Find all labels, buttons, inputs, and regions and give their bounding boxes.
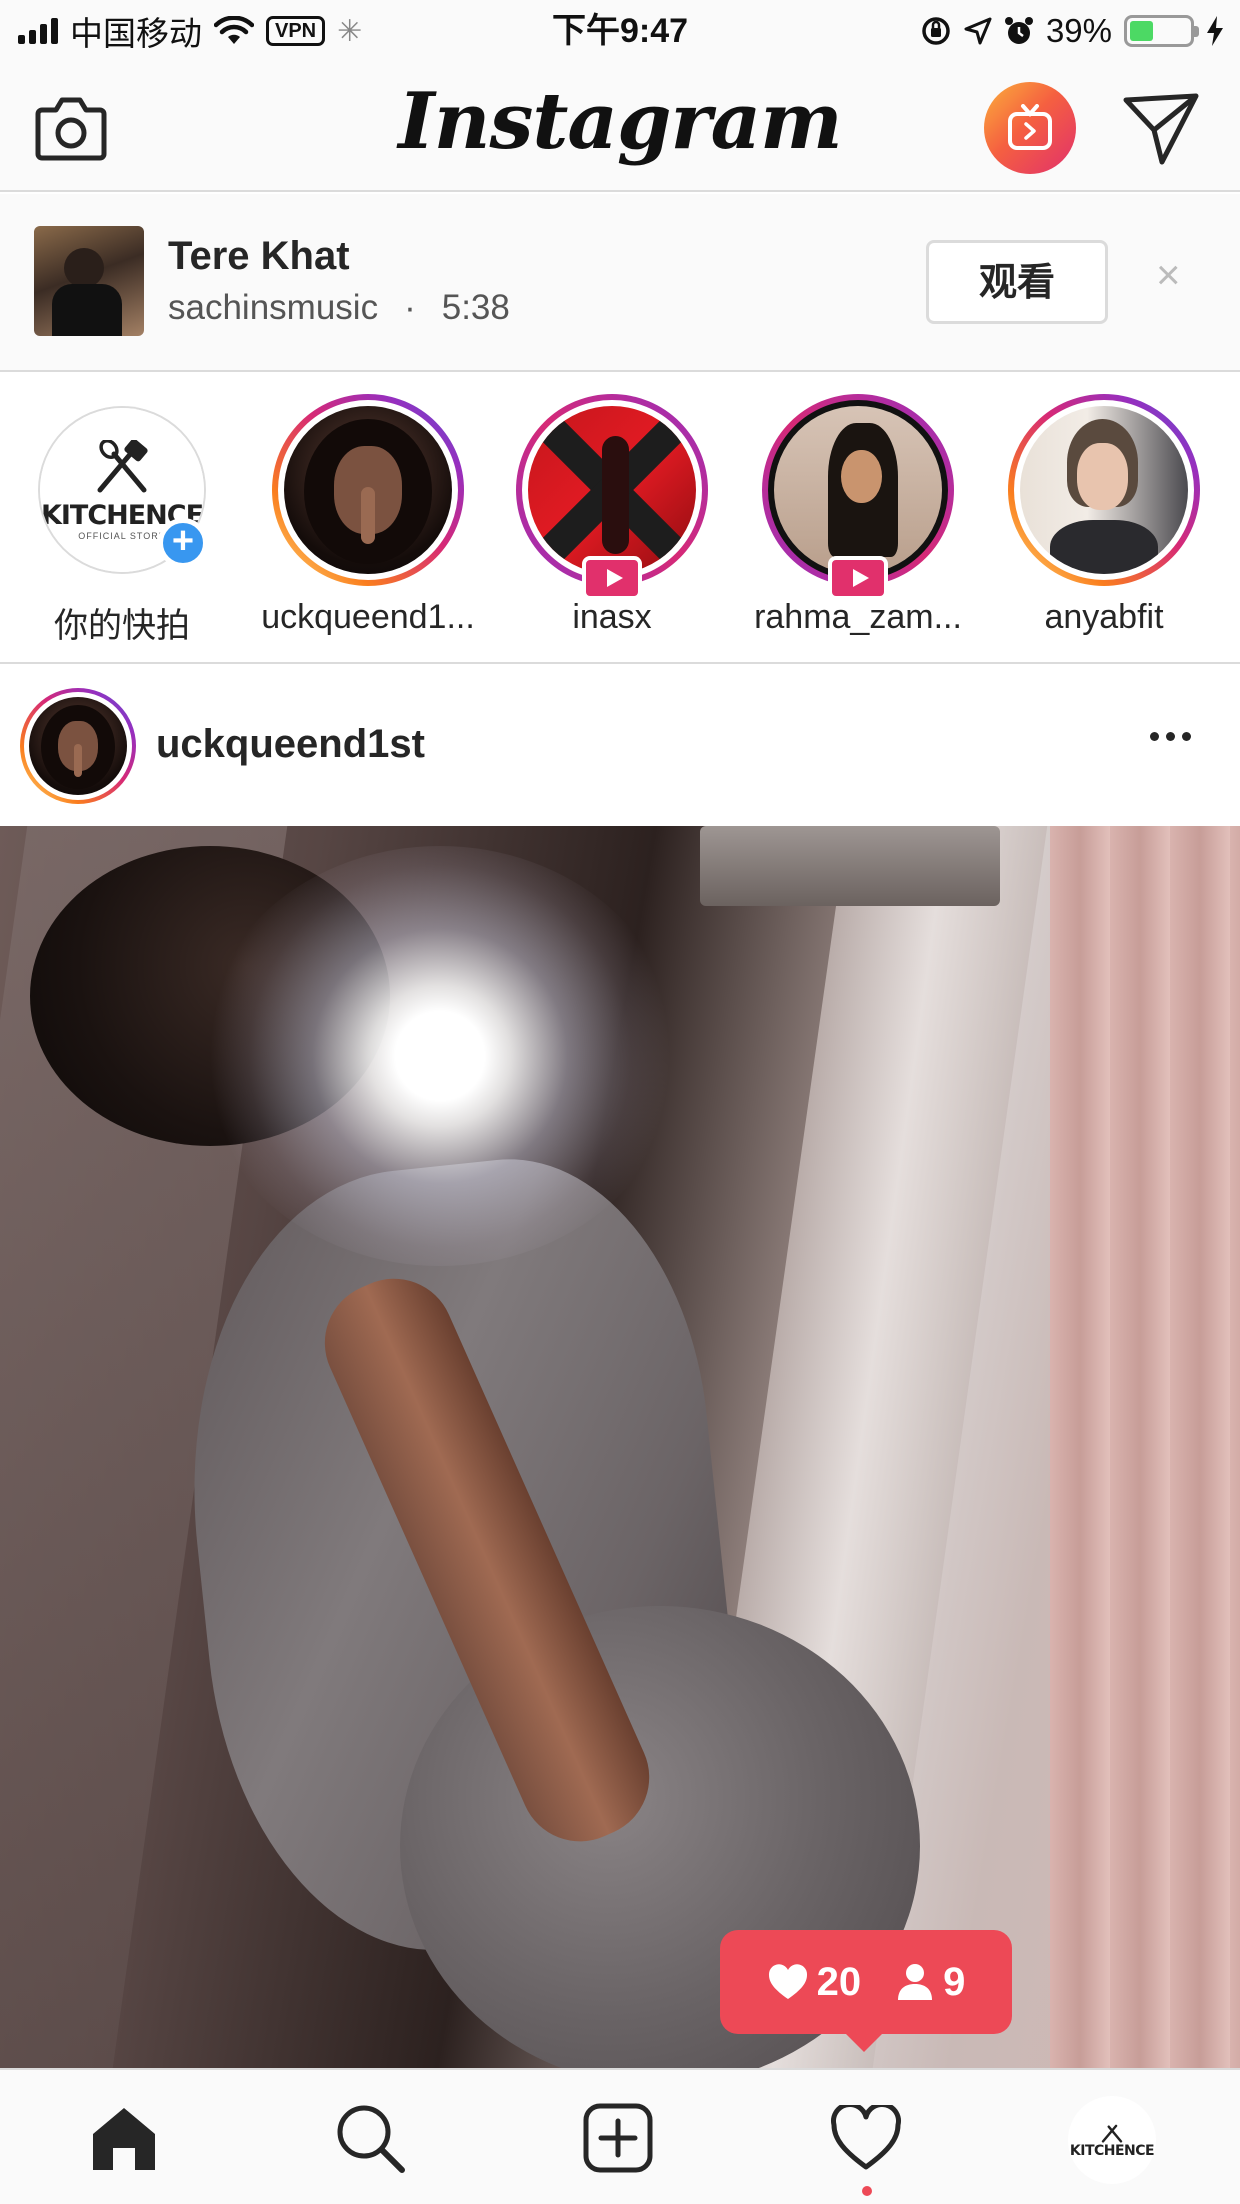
activity-notification-bubble[interactable]: 20 9 <box>720 1930 1012 2052</box>
story-label: rahma_zam... <box>754 598 962 636</box>
story-label: anyabfit <box>1044 598 1164 636</box>
story-label: 你的快拍 <box>54 607 190 645</box>
igtv-play-badge-icon <box>828 556 888 600</box>
follows-count: 9 <box>943 1959 966 2004</box>
more-options-icon[interactable] <box>1150 732 1191 741</box>
igtv-play-badge-icon <box>582 556 642 600</box>
heart-icon <box>768 1964 807 1999</box>
story-avatar-ring <box>272 394 464 586</box>
watch-button[interactable]: 观看 <box>926 240 1108 324</box>
person-icon <box>898 1964 933 2000</box>
story-avatar-ring: KITCHENCE OFFICIAL STORE + <box>38 406 208 574</box>
igtv-icon[interactable] <box>984 82 1076 174</box>
igtv-video-title: Tere Khat <box>168 234 350 278</box>
meta-separator: · <box>404 288 416 327</box>
add-story-icon[interactable]: + <box>158 518 208 568</box>
profile-tab[interactable]: KITCHENCE <box>1068 2096 1156 2184</box>
igtv-duration: 5:38 <box>441 288 510 327</box>
igtv-suggestion-bar[interactable]: Tere Khat sachinsmusic · 5:38 观看 × <box>0 194 1240 372</box>
home-tab[interactable] <box>86 2100 162 2176</box>
story-avatar <box>1020 406 1188 574</box>
utensils-icon <box>97 439 148 492</box>
igtv-video-thumbnail[interactable] <box>34 226 144 336</box>
likes-count-group: 20 <box>767 1959 862 2005</box>
profile-tab-brand: KITCHENCE <box>1069 2143 1155 2159</box>
story-avatar <box>528 406 696 574</box>
activity-tab[interactable] <box>828 2100 904 2176</box>
story-avatar <box>774 406 942 574</box>
likes-count: 20 <box>816 1959 862 2004</box>
igtv-channel-name: sachinsmusic <box>168 288 379 327</box>
battery-percent: 39% <box>1045 12 1112 49</box>
story-avatar-ring <box>762 394 954 600</box>
rotation-lock-icon <box>922 17 950 45</box>
stories-tray: KITCHENCE OFFICIAL STORE + 你的快拍 uckqueen… <box>0 372 1240 664</box>
post-author-avatar[interactable] <box>20 688 136 804</box>
igtv-video-meta: sachinsmusic · 5:38 <box>168 288 510 328</box>
status-bar: 中国移动 VPN ✳ 下午9:47 39% <box>0 0 1240 62</box>
story-label: inasx <box>572 598 652 636</box>
app-header: Instagram <box>0 62 1240 192</box>
story-label: uckqueend1... <box>261 598 475 636</box>
post-image[interactable] <box>0 826 1240 2068</box>
charging-icon <box>1207 16 1223 46</box>
new-post-tab[interactable] <box>580 2100 656 2176</box>
heart-icon <box>831 2105 901 2170</box>
story-item-live[interactable]: rahma_zam... <box>748 394 968 637</box>
story-avatar-ring <box>1008 394 1200 586</box>
story-avatar <box>284 406 452 574</box>
story-item[interactable]: anyabfit <box>994 394 1214 637</box>
close-icon[interactable]: × <box>1156 254 1181 296</box>
activity-indicator-dot <box>862 2186 872 2196</box>
follows-count-group: 9 <box>895 1960 965 2005</box>
search-tab[interactable] <box>332 2100 408 2176</box>
story-item-live[interactable]: inasx <box>502 394 722 637</box>
alarm-icon <box>1004 17 1033 44</box>
paper-plane-icon[interactable] <box>1122 90 1200 166</box>
search-icon <box>337 2105 405 2173</box>
bottom-tab-bar: KITCHENCE <box>0 2068 1240 2204</box>
own-story-brand-sub: OFFICIAL STORE <box>78 530 166 541</box>
story-item[interactable]: uckqueend1... <box>258 394 478 637</box>
home-icon <box>93 2108 155 2170</box>
status-right: 39% <box>920 10 1224 52</box>
story-your-story[interactable]: KITCHENCE OFFICIAL STORE + 你的快拍 <box>12 394 232 647</box>
location-icon <box>964 17 992 45</box>
add-post-icon <box>583 2103 653 2173</box>
battery-icon <box>1124 15 1199 47</box>
post-header: uckqueend1st <box>0 664 1240 826</box>
post-username[interactable]: uckqueend1st <box>156 722 425 767</box>
story-avatar-ring <box>516 394 708 600</box>
utensils-icon <box>1101 2124 1123 2143</box>
